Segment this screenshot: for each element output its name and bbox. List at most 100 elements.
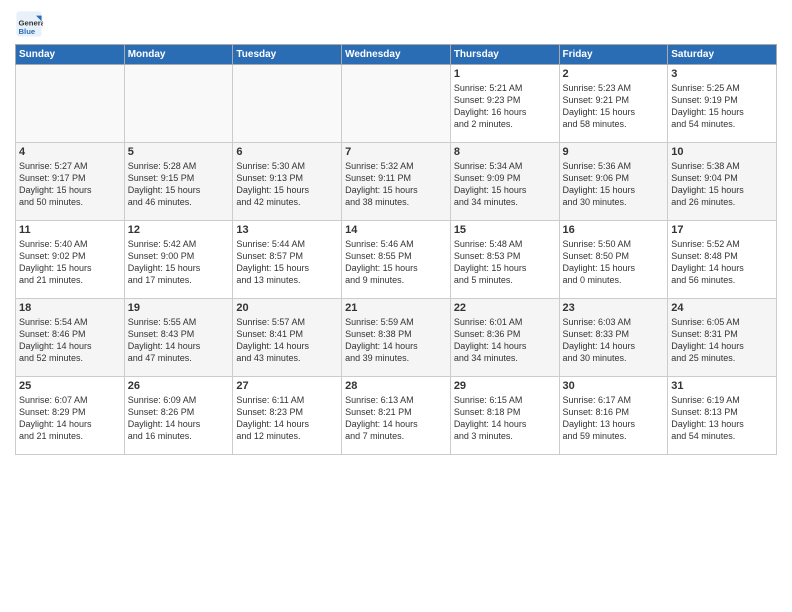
calendar: SundayMondayTuesdayWednesdayThursdayFrid… xyxy=(15,44,777,455)
calendar-cell: 13 Sunrise: 5:44 AMSunset: 8:57 PMDayligh… xyxy=(233,221,342,299)
day-info: Sunrise: 5:21 AMSunset: 9:23 PMDaylight:… xyxy=(454,82,556,131)
svg-text:General: General xyxy=(19,18,44,27)
day-info: Sunrise: 5:57 AMSunset: 8:41 PMDaylight:… xyxy=(236,316,338,365)
calendar-cell: 16 Sunrise: 5:50 AMSunset: 8:50 PMDayligh… xyxy=(559,221,668,299)
day-number: 20 xyxy=(236,302,338,314)
day-number: 16 xyxy=(563,224,665,236)
day-info: Sunrise: 6:05 AMSunset: 8:31 PMDaylight:… xyxy=(671,316,773,365)
calendar-cell: 19 Sunrise: 5:55 AMSunset: 8:43 PMDayligh… xyxy=(124,299,233,377)
calendar-cell: 25 Sunrise: 6:07 AMSunset: 8:29 PMDayligh… xyxy=(16,377,125,455)
day-info: Sunrise: 6:09 AMSunset: 8:26 PMDaylight:… xyxy=(128,394,230,443)
calendar-cell: 6 Sunrise: 5:30 AMSunset: 9:13 PMDaylight… xyxy=(233,143,342,221)
day-number: 30 xyxy=(563,380,665,392)
calendar-cell: 27 Sunrise: 6:11 AMSunset: 8:23 PMDayligh… xyxy=(233,377,342,455)
day-number: 3 xyxy=(671,68,773,80)
day-info: Sunrise: 6:19 AMSunset: 8:13 PMDaylight:… xyxy=(671,394,773,443)
day-info: Sunrise: 5:38 AMSunset: 9:04 PMDaylight:… xyxy=(671,160,773,209)
day-info: Sunrise: 5:27 AMSunset: 9:17 PMDaylight:… xyxy=(19,160,121,209)
day-number: 24 xyxy=(671,302,773,314)
calendar-cell: 29 Sunrise: 6:15 AMSunset: 8:18 PMDayligh… xyxy=(450,377,559,455)
day-number: 1 xyxy=(454,68,556,80)
calendar-cell: 30 Sunrise: 6:17 AMSunset: 8:16 PMDayligh… xyxy=(559,377,668,455)
calendar-cell: 24 Sunrise: 6:05 AMSunset: 8:31 PMDayligh… xyxy=(668,299,777,377)
day-number: 28 xyxy=(345,380,447,392)
day-number: 12 xyxy=(128,224,230,236)
calendar-cell: 28 Sunrise: 6:13 AMSunset: 8:21 PMDayligh… xyxy=(342,377,451,455)
day-info: Sunrise: 5:59 AMSunset: 8:38 PMDaylight:… xyxy=(345,316,447,365)
calendar-cell: 14 Sunrise: 5:46 AMSunset: 8:55 PMDayligh… xyxy=(342,221,451,299)
day-number: 8 xyxy=(454,146,556,158)
calendar-cell xyxy=(342,65,451,143)
day-info: Sunrise: 6:07 AMSunset: 8:29 PMDaylight:… xyxy=(19,394,121,443)
day-info: Sunrise: 5:54 AMSunset: 8:46 PMDaylight:… xyxy=(19,316,121,365)
day-number: 10 xyxy=(671,146,773,158)
day-info: Sunrise: 5:55 AMSunset: 8:43 PMDaylight:… xyxy=(128,316,230,365)
weekday-header-monday: Monday xyxy=(124,45,233,65)
day-info: Sunrise: 6:17 AMSunset: 8:16 PMDaylight:… xyxy=(563,394,665,443)
logo: General Blue xyxy=(15,10,47,38)
day-info: Sunrise: 5:46 AMSunset: 8:55 PMDaylight:… xyxy=(345,238,447,287)
calendar-cell: 21 Sunrise: 5:59 AMSunset: 8:38 PMDayligh… xyxy=(342,299,451,377)
day-number: 25 xyxy=(19,380,121,392)
calendar-cell: 3 Sunrise: 5:25 AMSunset: 9:19 PMDaylight… xyxy=(668,65,777,143)
day-number: 22 xyxy=(454,302,556,314)
day-number: 11 xyxy=(19,224,121,236)
day-number: 31 xyxy=(671,380,773,392)
weekday-header-row: SundayMondayTuesdayWednesdayThursdayFrid… xyxy=(16,45,777,65)
week-row-3: 11 Sunrise: 5:40 AMSunset: 9:02 PMDayligh… xyxy=(16,221,777,299)
weekday-header-wednesday: Wednesday xyxy=(342,45,451,65)
day-info: Sunrise: 6:15 AMSunset: 8:18 PMDaylight:… xyxy=(454,394,556,443)
calendar-cell: 23Sunrise: 6:03 AMSunset: 8:33 PMDayligh… xyxy=(559,299,668,377)
weekday-header-saturday: Saturday xyxy=(668,45,777,65)
day-info: Sunrise: 5:30 AMSunset: 9:13 PMDaylight:… xyxy=(236,160,338,209)
day-number: 7 xyxy=(345,146,447,158)
day-info: Sunrise: 5:50 AMSunset: 8:50 PMDaylight:… xyxy=(563,238,665,287)
weekday-header-friday: Friday xyxy=(559,45,668,65)
header: General Blue xyxy=(15,10,777,38)
weekday-header-thursday: Thursday xyxy=(450,45,559,65)
day-number: 26 xyxy=(128,380,230,392)
day-info: Sunrise: 5:44 AMSunset: 8:57 PMDaylight:… xyxy=(236,238,338,287)
calendar-cell: 7Sunrise: 5:32 AMSunset: 9:11 PMDaylight… xyxy=(342,143,451,221)
week-row-5: 25 Sunrise: 6:07 AMSunset: 8:29 PMDayligh… xyxy=(16,377,777,455)
day-number: 14 xyxy=(345,224,447,236)
week-row-2: 4Sunrise: 5:27 AMSunset: 9:17 PMDaylight… xyxy=(16,143,777,221)
logo-icon: General Blue xyxy=(15,10,43,38)
day-info: Sunrise: 5:40 AMSunset: 9:02 PMDaylight:… xyxy=(19,238,121,287)
calendar-cell: 8Sunrise: 5:34 AMSunset: 9:09 PMDaylight… xyxy=(450,143,559,221)
day-number: 18 xyxy=(19,302,121,314)
day-info: Sunrise: 5:25 AMSunset: 9:19 PMDaylight:… xyxy=(671,82,773,131)
day-number: 21 xyxy=(345,302,447,314)
day-info: Sunrise: 6:11 AMSunset: 8:23 PMDaylight:… xyxy=(236,394,338,443)
weekday-header-sunday: Sunday xyxy=(16,45,125,65)
day-info: Sunrise: 5:36 AMSunset: 9:06 PMDaylight:… xyxy=(563,160,665,209)
day-number: 13 xyxy=(236,224,338,236)
calendar-cell: 4Sunrise: 5:27 AMSunset: 9:17 PMDaylight… xyxy=(16,143,125,221)
day-info: Sunrise: 5:48 AMSunset: 8:53 PMDaylight:… xyxy=(454,238,556,287)
day-number: 15 xyxy=(454,224,556,236)
day-number: 5 xyxy=(128,146,230,158)
calendar-cell: 20 Sunrise: 5:57 AMSunset: 8:41 PMDayligh… xyxy=(233,299,342,377)
week-row-4: 18 Sunrise: 5:54 AMSunset: 8:46 PMDayligh… xyxy=(16,299,777,377)
day-number: 17 xyxy=(671,224,773,236)
calendar-cell xyxy=(16,65,125,143)
day-number: 19 xyxy=(128,302,230,314)
calendar-cell: 1 Sunrise: 5:21 AMSunset: 9:23 PMDaylight… xyxy=(450,65,559,143)
calendar-cell: 31 Sunrise: 6:19 AMSunset: 8:13 PMDayligh… xyxy=(668,377,777,455)
calendar-cell xyxy=(233,65,342,143)
day-number: 9 xyxy=(563,146,665,158)
day-number: 27 xyxy=(236,380,338,392)
calendar-cell: 11 Sunrise: 5:40 AMSunset: 9:02 PMDayligh… xyxy=(16,221,125,299)
day-info: Sunrise: 5:23 AMSunset: 9:21 PMDaylight:… xyxy=(563,82,665,131)
calendar-cell: 18 Sunrise: 5:54 AMSunset: 8:46 PMDayligh… xyxy=(16,299,125,377)
day-number: 23 xyxy=(563,302,665,314)
day-number: 6 xyxy=(236,146,338,158)
calendar-cell: 26 Sunrise: 6:09 AMSunset: 8:26 PMDayligh… xyxy=(124,377,233,455)
calendar-cell: 17Sunrise: 5:52 AMSunset: 8:48 PMDayligh… xyxy=(668,221,777,299)
calendar-cell xyxy=(124,65,233,143)
calendar-cell: 9 Sunrise: 5:36 AMSunset: 9:06 PMDaylight… xyxy=(559,143,668,221)
weekday-header-tuesday: Tuesday xyxy=(233,45,342,65)
day-info: Sunrise: 6:13 AMSunset: 8:21 PMDaylight:… xyxy=(345,394,447,443)
page: General Blue SundayMondayTuesdayWednesda… xyxy=(0,0,792,612)
day-number: 29 xyxy=(454,380,556,392)
